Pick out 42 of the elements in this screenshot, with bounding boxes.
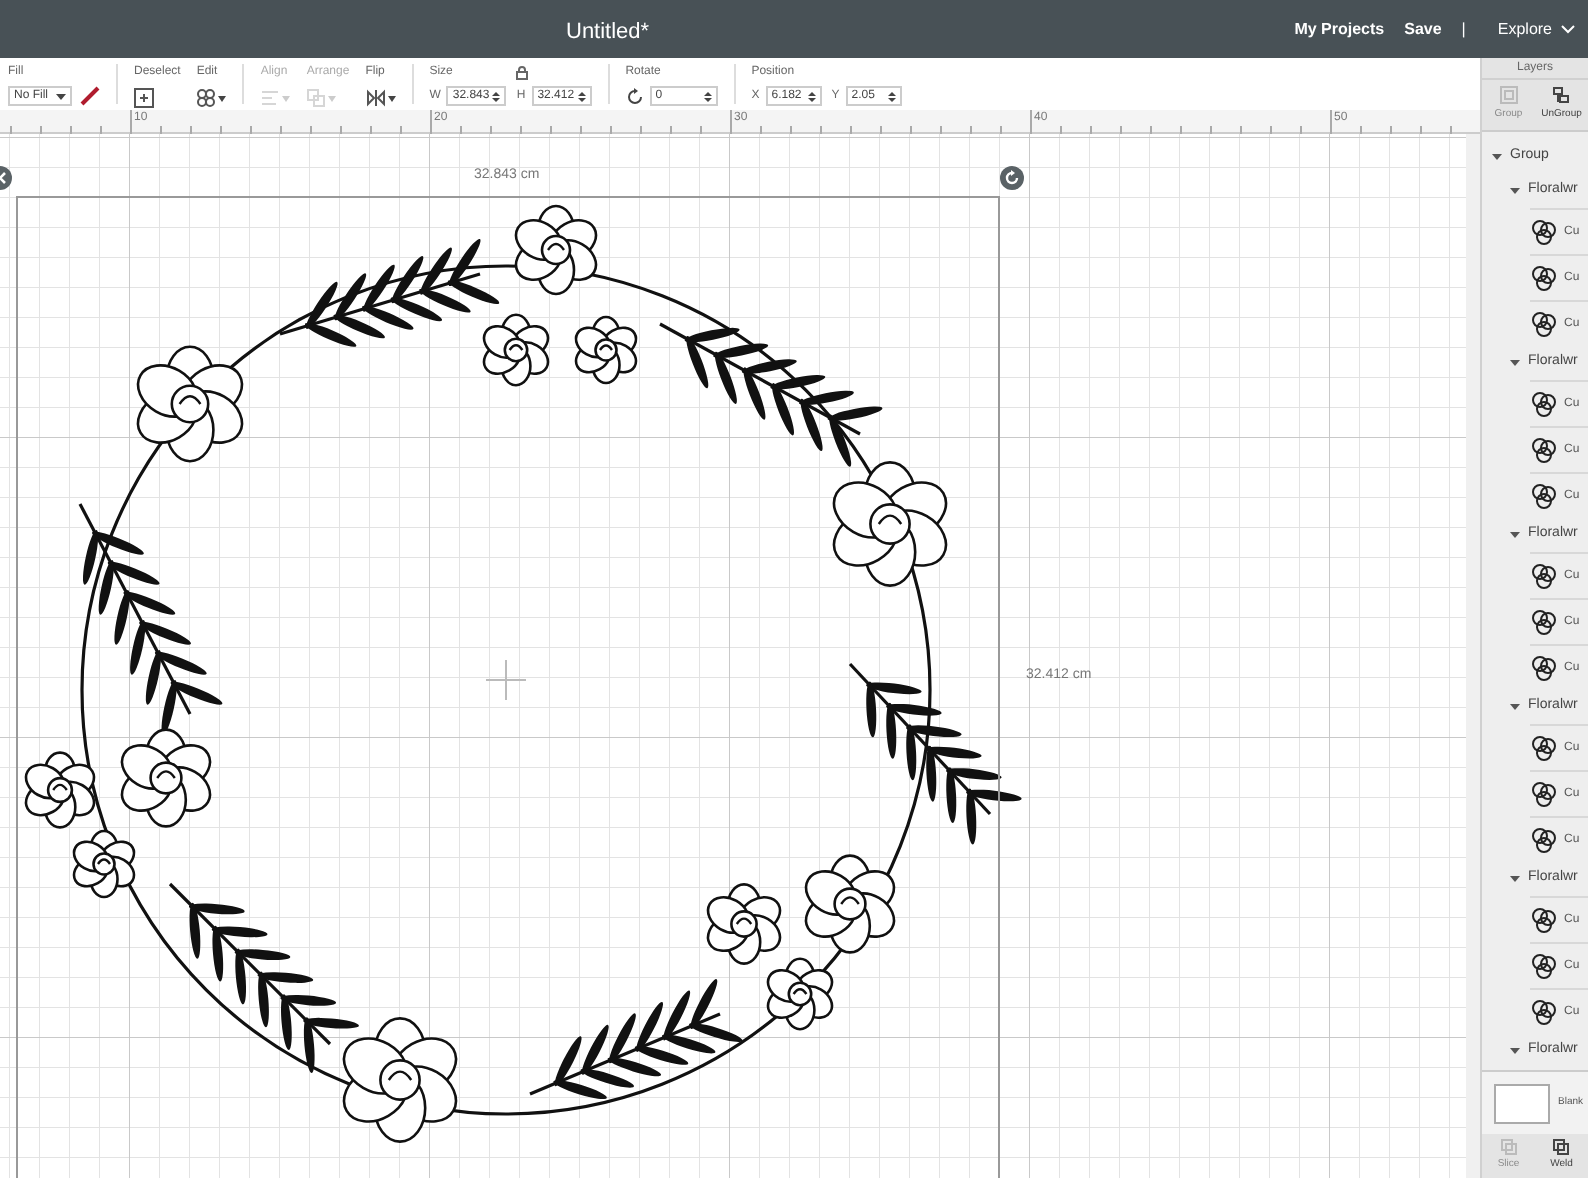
flower-icon [1530, 734, 1558, 762]
caret-icon [282, 95, 291, 101]
ungroup-icon [1552, 86, 1571, 105]
chevron-down-icon [1560, 24, 1576, 34]
flower-icon [1530, 436, 1558, 464]
stepper-icon [887, 89, 896, 103]
flower-icon [1530, 310, 1558, 338]
rotate-icon [1000, 166, 1024, 190]
header-link[interactable]: Save [1404, 17, 1442, 41]
stepper-icon [703, 89, 712, 103]
flower-icon [1530, 654, 1558, 682]
stepper-icon [807, 89, 816, 103]
flower-icon [1530, 780, 1558, 808]
scrollbar[interactable] [1466, 134, 1480, 1178]
header-link[interactable]: My Projects [1294, 17, 1385, 41]
caret-icon [56, 93, 66, 99]
caret-icon [387, 95, 396, 101]
window-title: Untitled* [566, 18, 650, 48]
flower-icon [1530, 218, 1558, 246]
crosshair-icon [486, 660, 526, 700]
explore-menu[interactable]: Explore [1497, 17, 1576, 41]
rotate-icon [625, 87, 644, 105]
slice-icon [1499, 1138, 1518, 1157]
flower-icon [1530, 998, 1558, 1026]
group-icon [1499, 86, 1518, 105]
stepper-icon [492, 89, 501, 103]
caret-icon [328, 95, 337, 101]
flower-icon [1530, 264, 1558, 292]
stepper-icon [577, 89, 586, 103]
caret-icon [218, 95, 227, 101]
lock-icon [515, 66, 528, 80]
weld-icon [1552, 1138, 1571, 1157]
blank-canvas-swatch[interactable] [1494, 1083, 1550, 1123]
separator: | [1461, 17, 1466, 41]
flower-icon [1530, 390, 1558, 418]
pen-color-icon [80, 86, 100, 106]
flower-icon [1530, 482, 1558, 510]
flower-icon [1530, 608, 1558, 636]
flower-icon [1530, 562, 1558, 590]
flower-icon [1530, 826, 1558, 854]
flower-icon [1530, 906, 1558, 934]
flower-icon [1530, 952, 1558, 980]
